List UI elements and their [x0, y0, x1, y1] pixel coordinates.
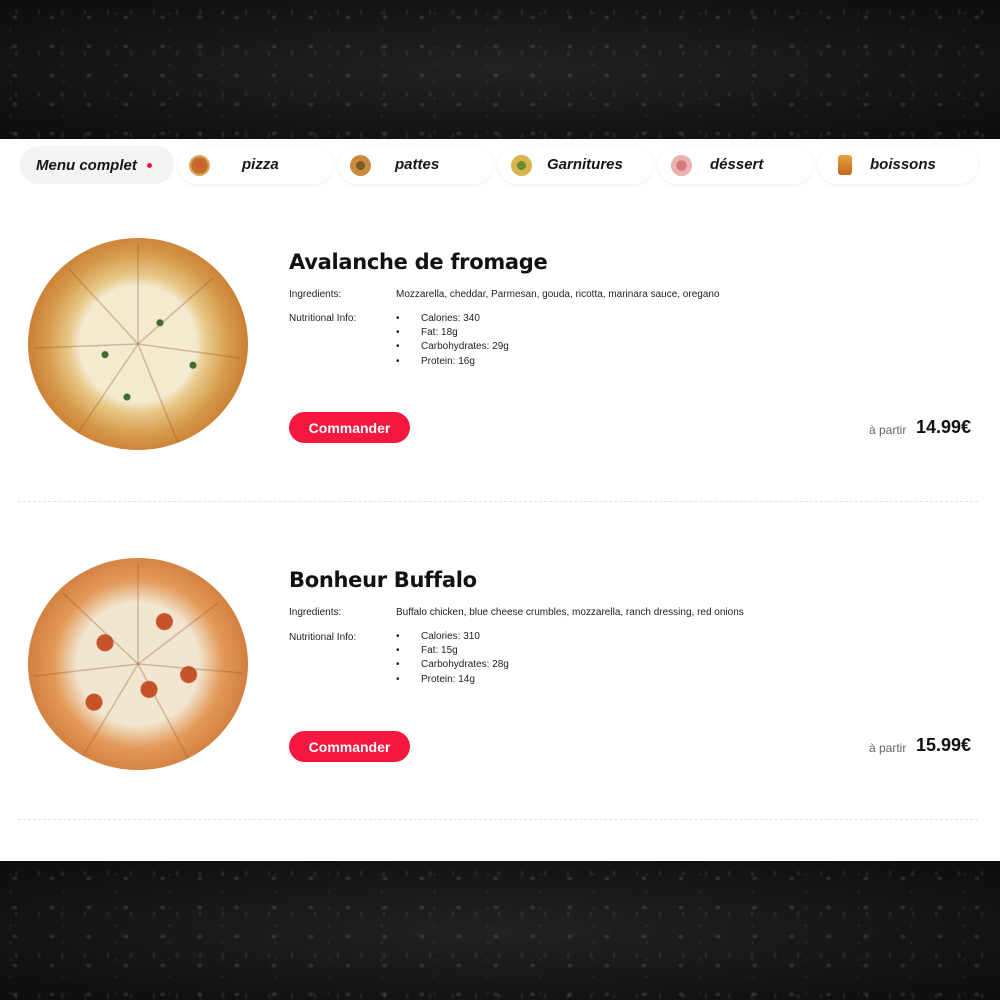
- nav-item-garnitures[interactable]: Garnitures: [498, 146, 653, 184]
- nav-item-menu-complet[interactable]: Menu complet: [20, 146, 174, 184]
- nutrition-label: Nutritional Info:: [289, 313, 357, 324]
- nutrition-item: • Fat: 15g: [396, 644, 458, 656]
- background-texture-bottom: [0, 861, 1000, 1000]
- nav-item-label: Garnitures: [547, 156, 623, 173]
- menu-panel: Menu complet pizza pattes Garnitures dés…: [0, 139, 1000, 861]
- drink-icon: [838, 155, 852, 175]
- price-prefix: à partir: [869, 741, 907, 755]
- pizza-slice-lines: [33, 244, 241, 444]
- price-value: 15.99€: [916, 735, 972, 755]
- ingredients-value: Mozzarella, cheddar, Parmesan, gouda, ri…: [396, 289, 720, 300]
- nutrition-list: • Calories: 310 • Fat: 15g • Carbohydrates:…: [396, 629, 509, 686]
- product-divider: [18, 819, 978, 820]
- product-title: Avalanche de fromage: [289, 250, 548, 274]
- nav-item-label: boissons: [870, 156, 936, 173]
- nav-item-boissons[interactable]: boissons: [818, 146, 978, 184]
- nutrition-item: • Fat: 18g: [396, 326, 458, 338]
- nutrition-item: • Carbohydrates: 29g: [396, 341, 509, 353]
- nutrition-item: • Carbohydrates: 28g: [396, 659, 509, 671]
- nav-item-label: Menu complet: [36, 156, 137, 174]
- active-dot-icon: [146, 162, 152, 168]
- order-button[interactable]: Commander: [289, 731, 410, 762]
- nav-item-dessert[interactable]: déssert: [658, 146, 813, 184]
- nutrition-item: • Protein: 16g: [396, 355, 475, 367]
- nutrition-label: Nutritional Info:: [289, 632, 357, 643]
- ingredients-label: Ingredients:: [289, 289, 342, 300]
- background-texture-top: [0, 0, 1000, 139]
- price-value: 14.99€: [916, 417, 972, 437]
- price-prefix: à partir: [869, 423, 907, 437]
- dessert-icon: [671, 155, 692, 176]
- nav-item-label: pizza: [242, 156, 279, 173]
- nutrition-item: • Protein: 14g: [396, 673, 475, 685]
- pizza-icon: [189, 155, 210, 176]
- product-card: Bonheur Buffalo Ingredients: Buffalo chi…: [0, 555, 1000, 855]
- pasta-icon: [350, 155, 371, 176]
- nutrition-item: • Calories: 310: [396, 630, 480, 642]
- sides-icon: [511, 155, 532, 176]
- product-card: Avalanche de fromage Ingredients: Mozzar…: [0, 236, 1000, 536]
- nav-item-pizza[interactable]: pizza: [178, 146, 333, 184]
- order-button[interactable]: Commander: [289, 412, 410, 443]
- nav-item-label: déssert: [710, 156, 764, 173]
- pizza-image: [28, 558, 248, 770]
- nav-item-label: pattes: [395, 156, 440, 173]
- product-title: Bonheur Buffalo: [289, 568, 477, 592]
- ingredients-label: Ingredients:: [289, 607, 342, 618]
- pizza-slice-lines: [33, 564, 243, 759]
- category-nav: Menu complet pizza pattes Garnitures dés…: [18, 146, 982, 184]
- nutrition-item: • Calories: 340: [396, 312, 480, 324]
- product-divider: [18, 501, 978, 502]
- nav-item-pattes[interactable]: pattes: [338, 146, 493, 184]
- ingredients-value: Buffalo chicken, blue cheese crumbles, m…: [396, 607, 744, 618]
- pizza-image: [28, 238, 248, 450]
- nutrition-list: • Calories: 340 • Fat: 18g • Carbohydrates:…: [396, 311, 509, 368]
